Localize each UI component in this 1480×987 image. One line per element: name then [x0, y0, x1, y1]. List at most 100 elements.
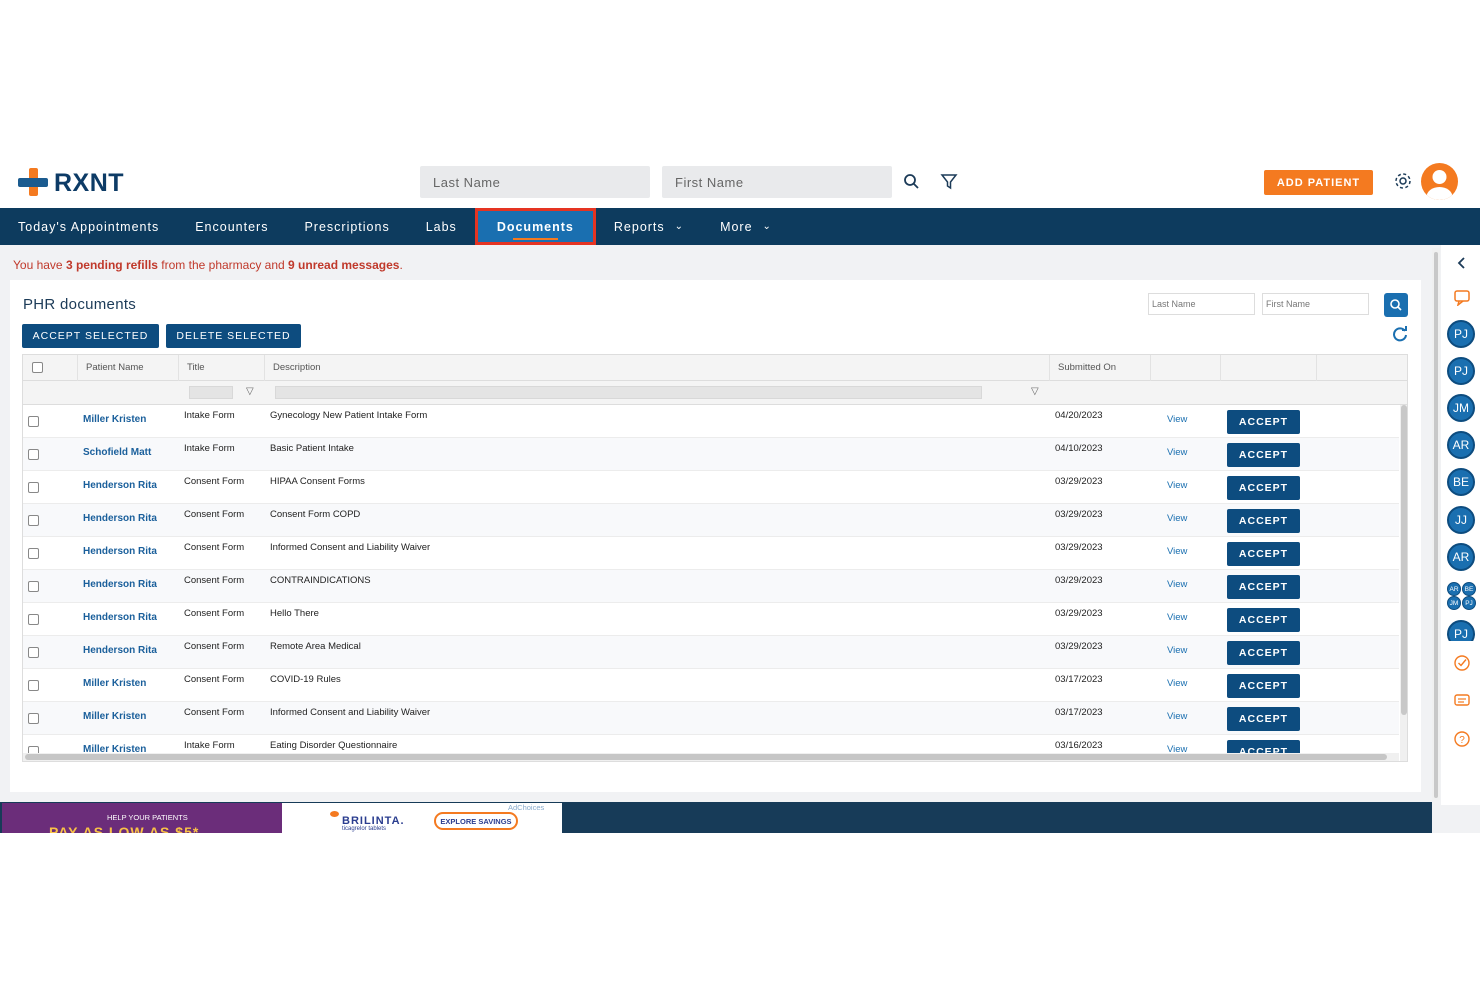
rail-avatar[interactable]: AR [1447, 543, 1475, 571]
adchoices-link[interactable]: AdChoices [508, 803, 544, 812]
add-patient-button[interactable]: ADD PATIENT [1264, 170, 1373, 195]
view-link[interactable]: View [1167, 447, 1187, 458]
row-checkbox[interactable] [28, 614, 39, 625]
row-checkbox[interactable] [28, 647, 39, 658]
user-avatar[interactable] [1421, 163, 1458, 200]
rail-avatar[interactable]: PJ [1447, 357, 1475, 385]
accept-button[interactable]: ACCEPT [1227, 542, 1300, 566]
accept-button[interactable]: ACCEPT [1227, 410, 1300, 434]
row-checkbox[interactable] [28, 449, 39, 460]
scrollbar-thumb[interactable] [1401, 405, 1407, 715]
view-link[interactable]: View [1167, 513, 1187, 524]
nav-labs[interactable]: Labs [408, 208, 475, 245]
nav-documents[interactable]: Documents [474, 208, 596, 245]
rail-avatar[interactable]: PJ [1447, 620, 1475, 641]
message-icon[interactable] [1453, 692, 1471, 710]
filter-icon[interactable]: ▽ [1031, 386, 1039, 397]
view-link[interactable]: View [1167, 612, 1187, 623]
description-filter-input[interactable] [275, 386, 982, 399]
patient-name-link[interactable]: Henderson Rita [83, 480, 157, 491]
search-icon[interactable] [902, 172, 922, 192]
nav-encounters[interactable]: Encounters [177, 208, 286, 245]
nav-more[interactable]: More ⌄ [702, 208, 790, 245]
patient-name-link[interactable]: Schofield Matt [83, 447, 151, 458]
view-link[interactable]: View [1167, 480, 1187, 491]
filter-first-name-input[interactable] [1262, 293, 1369, 315]
nav-prescriptions[interactable]: Prescriptions [286, 208, 407, 245]
patient-name-link[interactable]: Henderson Rita [83, 645, 157, 656]
group-avatar[interactable]: JM [1447, 596, 1461, 610]
accept-button[interactable]: ACCEPT [1227, 509, 1300, 533]
accept-button[interactable]: ACCEPT [1227, 707, 1300, 731]
rail-avatar[interactable]: PJ [1447, 320, 1475, 348]
filter-last-name-input[interactable] [1148, 293, 1255, 315]
group-avatar[interactable]: PJ [1462, 596, 1476, 610]
patient-name-link[interactable]: Henderson Rita [83, 513, 157, 524]
header-last-name-input[interactable] [420, 166, 650, 198]
patient-name-link[interactable]: Miller Kristen [83, 711, 146, 722]
patient-name-link[interactable]: Miller Kristen [83, 414, 146, 425]
select-all-checkbox[interactable] [32, 361, 43, 373]
filter-icon[interactable] [939, 172, 959, 192]
rxnt-logo[interactable]: RXNT [18, 168, 124, 198]
accept-button[interactable]: ACCEPT [1227, 476, 1300, 500]
filter-search-button[interactable] [1384, 293, 1408, 317]
refresh-icon[interactable] [1391, 325, 1409, 343]
view-link[interactable]: View [1167, 579, 1187, 590]
help-icon[interactable]: ? [1453, 730, 1471, 748]
patient-name-link[interactable]: Henderson Rita [83, 612, 157, 623]
rail-avatar[interactable]: BE [1447, 468, 1475, 496]
view-link[interactable]: View [1167, 414, 1187, 425]
row-checkbox[interactable] [28, 515, 39, 526]
header-first-name-input[interactable] [662, 166, 892, 198]
title-filter-input[interactable] [189, 386, 233, 399]
column-header-title[interactable]: Title [179, 355, 265, 381]
accept-button[interactable]: ACCEPT [1227, 608, 1300, 632]
accept-button[interactable]: ACCEPT [1227, 674, 1300, 698]
scrollbar-thumb[interactable] [25, 754, 1387, 760]
group-avatar[interactable]: AR [1447, 582, 1461, 596]
accept-button[interactable]: ACCEPT [1227, 575, 1300, 599]
row-checkbox[interactable] [28, 581, 39, 592]
table-horizontal-scrollbar[interactable] [23, 753, 1399, 761]
ad-banner-left[interactable]: HELP YOUR PATIENTS PAY AS LOW AS $5* [2, 803, 282, 833]
scrollbar-thumb[interactable] [1434, 252, 1438, 798]
row-checkbox[interactable] [28, 680, 39, 691]
patient-name-link[interactable]: Henderson Rita [83, 579, 157, 590]
rail-avatar[interactable]: AR [1447, 431, 1475, 459]
logo-cross-icon [18, 168, 48, 198]
view-link[interactable]: View [1167, 546, 1187, 557]
column-header-description[interactable]: Description [265, 355, 1050, 381]
view-link[interactable]: View [1167, 645, 1187, 656]
row-checkbox[interactable] [28, 482, 39, 493]
rail-scrollbar[interactable] [1432, 248, 1440, 800]
rail-avatar[interactable]: JJ [1447, 506, 1475, 534]
column-header-submitted-on[interactable]: Submitted On [1050, 355, 1151, 381]
view-link[interactable]: View [1167, 711, 1187, 722]
notice-messages-link[interactable]: 9 unread messages [288, 258, 399, 272]
gear-icon[interactable] [1393, 171, 1413, 191]
row-checkbox[interactable] [28, 713, 39, 724]
task-check-icon[interactable] [1453, 654, 1471, 672]
chevron-left-icon[interactable] [1453, 254, 1471, 272]
ad-banner-right[interactable]: BRILINTA. ticagrelor tablets EXPLORE SAV… [282, 803, 562, 833]
accept-selected-button[interactable]: ACCEPT SELECTED [22, 324, 159, 348]
nav-reports[interactable]: Reports ⌄ [596, 208, 702, 245]
notice-refills-link[interactable]: 3 pending refills [66, 258, 158, 272]
explore-savings-button[interactable]: EXPLORE SAVINGS [434, 812, 518, 830]
group-avatar[interactable]: BE [1462, 582, 1476, 596]
row-checkbox[interactable] [28, 416, 39, 427]
column-header-patient-name[interactable]: Patient Name [78, 355, 179, 381]
nav-todays-appointments[interactable]: Today's Appointments [0, 208, 177, 245]
view-link[interactable]: View [1167, 678, 1187, 689]
row-checkbox[interactable] [28, 548, 39, 559]
delete-selected-button[interactable]: DELETE SELECTED [166, 324, 301, 348]
accept-button[interactable]: ACCEPT [1227, 443, 1300, 467]
rail-avatar[interactable]: JM [1447, 394, 1475, 422]
chat-bubble-icon[interactable] [1453, 288, 1471, 306]
table-vertical-scrollbar[interactable] [1400, 405, 1407, 761]
accept-button[interactable]: ACCEPT [1227, 641, 1300, 665]
filter-icon[interactable]: ▽ [246, 386, 254, 397]
patient-name-link[interactable]: Henderson Rita [83, 546, 157, 557]
patient-name-link[interactable]: Miller Kristen [83, 678, 146, 689]
